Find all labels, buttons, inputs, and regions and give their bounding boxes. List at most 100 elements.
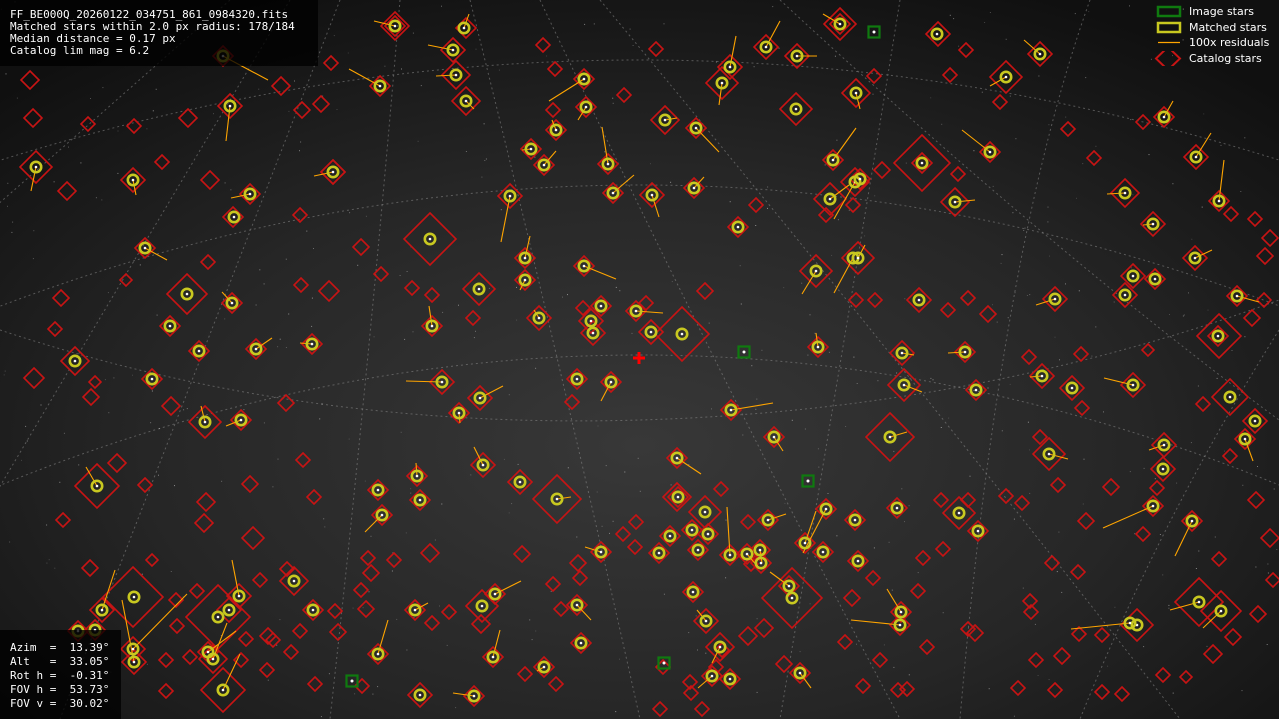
- matched-star-core: [1217, 199, 1221, 203]
- matched-star-core: [418, 693, 422, 697]
- noise-pixel: [1001, 430, 1003, 432]
- noise-pixel: [1276, 549, 1278, 550]
- matched-star-core: [1216, 334, 1220, 338]
- noise-pixel: [102, 87, 104, 89]
- noise-pixel: [516, 286, 517, 288]
- noise-pixel: [104, 379, 106, 381]
- matched-star-core: [853, 518, 857, 522]
- matched-star-core: [710, 674, 714, 678]
- matched-star-core: [454, 73, 458, 77]
- noise-pixel: [3, 374, 5, 376]
- matched-star-core: [227, 608, 231, 612]
- noise-pixel: [483, 123, 485, 125]
- matched-star-core: [1153, 277, 1157, 281]
- legend-item-catalog-stars: Catalog stars: [1153, 50, 1279, 67]
- noise-pixel: [1047, 206, 1049, 208]
- matched-star-core: [900, 351, 904, 355]
- matched-star-core: [1123, 191, 1127, 195]
- noise-pixel: [893, 450, 895, 452]
- noise-pixel: [753, 66, 755, 68]
- noise-pixel: [987, 387, 989, 389]
- noise-pixel: [609, 532, 610, 534]
- noise-pixel: [756, 618, 758, 620]
- matched-star-core: [34, 165, 38, 169]
- noise-pixel: [243, 409, 245, 411]
- noise-pixel: [1074, 13, 1076, 15]
- noise-pixel: [373, 336, 375, 338]
- noise-pixel: [384, 65, 386, 67]
- matched-star-core: [824, 507, 828, 511]
- noise-pixel: [612, 520, 614, 522]
- matched-star-core: [957, 511, 961, 515]
- matched-star-core: [856, 559, 860, 563]
- matched-star-core: [480, 604, 484, 608]
- noise-pixel: [46, 562, 48, 564]
- matched-star-core: [1123, 293, 1127, 297]
- noise-pixel: [639, 490, 641, 492]
- noise-pixel: [1198, 550, 1200, 552]
- matched-star-core: [838, 22, 842, 26]
- noise-pixel: [1001, 254, 1003, 256]
- noise-pixel: [263, 422, 265, 424]
- matched-star-core: [380, 513, 384, 517]
- matched-star-core: [690, 528, 694, 532]
- noise-pixel: [631, 332, 633, 334]
- noise-pixel: [853, 356, 855, 358]
- matched-star-core: [523, 256, 527, 260]
- noise-pixel: [1172, 183, 1174, 185]
- matched-star-core: [1243, 437, 1247, 441]
- noise-pixel: [107, 292, 109, 294]
- matched-star-core: [248, 192, 252, 196]
- noise-pixel: [4, 370, 6, 372]
- matched-star-core: [816, 345, 820, 349]
- noise-pixel: [893, 666, 895, 668]
- noise-pixel: [604, 151, 606, 153]
- noise-pixel: [174, 485, 175, 487]
- matched-star-core: [472, 694, 476, 698]
- noise-pixel: [818, 466, 820, 468]
- noise-pixel: [352, 607, 354, 609]
- legend-label: 100x residuals: [1189, 36, 1270, 49]
- noise-pixel: [1257, 466, 1258, 467]
- noise-pixel: [968, 625, 970, 627]
- noise-pixel: [1129, 471, 1131, 473]
- matched-star-core: [706, 532, 710, 536]
- matched-star-core: [1128, 621, 1132, 625]
- noise-pixel: [230, 189, 232, 191]
- matched-star-core: [680, 332, 684, 336]
- noise-pixel: [90, 98, 91, 99]
- matched-star-core: [703, 510, 707, 514]
- noise-pixel: [336, 109, 338, 110]
- noise-pixel: [400, 431, 402, 433]
- matched-star-core: [508, 194, 512, 198]
- noise-pixel: [1047, 221, 1049, 223]
- noise-pixel: [836, 535, 838, 537]
- noise-pixel: [601, 525, 603, 527]
- catalog-lim-mag: Catalog lim mag = 6.2: [10, 44, 150, 57]
- matched-star-core: [1047, 452, 1051, 456]
- matched-star-core: [1151, 222, 1155, 226]
- noise-pixel: [1024, 227, 1026, 229]
- noise-pixel: [1188, 292, 1189, 294]
- noise-pixel: [324, 526, 326, 528]
- matched-star-core: [696, 548, 700, 552]
- noise-pixel: [410, 488, 412, 490]
- noise-pixel: [711, 408, 712, 410]
- noise-pixel: [877, 380, 879, 382]
- matched-star-core: [694, 126, 698, 130]
- noise-pixel: [1148, 154, 1150, 156]
- noise-pixel: [279, 619, 281, 621]
- noise-pixel: [1095, 326, 1097, 328]
- noise-pixel: [629, 28, 631, 30]
- matched-star-core: [599, 550, 603, 554]
- matched-star-core: [376, 488, 380, 492]
- matched-star-core: [902, 383, 906, 387]
- noise-pixel: [224, 182, 226, 184]
- noise-pixel: [357, 264, 359, 266]
- noise-pixel: [152, 110, 154, 112]
- legend-item-image-stars: Image stars: [1153, 4, 1279, 20]
- noise-pixel: [873, 547, 875, 549]
- noise-pixel: [183, 409, 185, 411]
- noise-pixel: [455, 707, 457, 709]
- noise-pixel: [872, 93, 874, 95]
